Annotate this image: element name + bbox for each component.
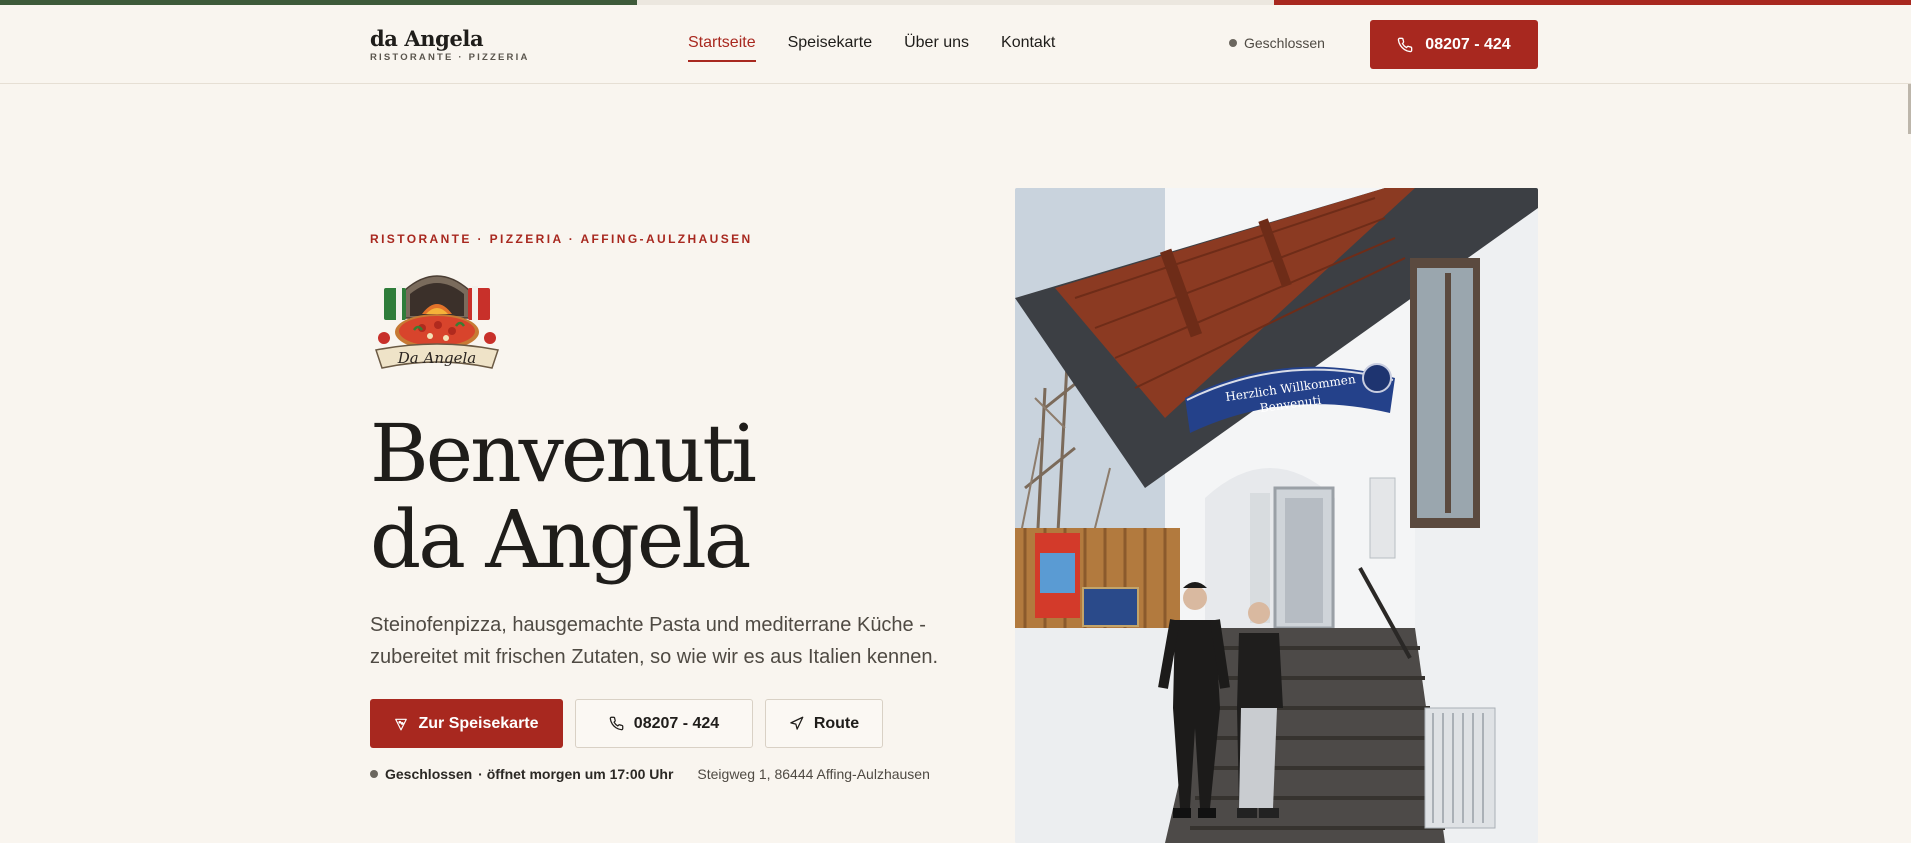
restaurant-logo: Da Angela xyxy=(375,275,499,369)
main-nav: Startseite Speisekarte Über uns Kontakt xyxy=(688,34,1055,62)
status-dot-icon xyxy=(370,770,378,778)
nav-startseite[interactable]: Startseite xyxy=(688,34,756,62)
hero-headline-line2: da Angela xyxy=(370,493,751,586)
phone-icon xyxy=(609,716,624,731)
hero-headline-line1: Benvenuti xyxy=(370,407,757,500)
nav-speisekarte[interactable]: Speisekarte xyxy=(788,34,873,62)
brand-logo-link[interactable]: da Angela RISTORANTE · PIZZERIA xyxy=(370,26,530,63)
hero-meta: Geschlossen · öffnet morgen um 17:00 Uhr… xyxy=(370,766,970,782)
brand-name: da Angela xyxy=(370,26,484,51)
hero-intro: RISTORANTE · PIZZERIA · AFFING-AULZHAUSE… xyxy=(370,232,970,782)
menu-button[interactable]: Zur Speisekarte xyxy=(370,699,563,748)
pizza-slice-icon xyxy=(395,718,408,730)
nav-kontakt[interactable]: Kontakt xyxy=(1001,34,1055,62)
restaurant-entrance-photo: Herzlich Willkommen Benvenuti xyxy=(1015,188,1538,843)
navigation-arrow-icon xyxy=(790,716,804,730)
menu-button-label: Zur Speisekarte xyxy=(418,714,539,732)
hero-eyebrow: RISTORANTE · PIZZERIA · AFFING-AULZHAUSE… xyxy=(370,232,753,246)
brand-subtitle: RISTORANTE · PIZZERIA xyxy=(370,52,530,63)
phone-button[interactable]: 08207 - 424 xyxy=(575,699,753,748)
opening-status-label: Geschlossen xyxy=(1244,35,1325,51)
status-dot-icon xyxy=(1229,39,1237,47)
phone-button-label: 08207 - 424 xyxy=(633,714,720,732)
logo-script-text: Da Angela xyxy=(397,349,476,367)
hero-headline: Benvenuti da Angela xyxy=(370,411,970,583)
call-button[interactable]: 08207 - 424 xyxy=(1370,20,1538,69)
hero-opening-time: · öffnet morgen um 17:00 Uhr xyxy=(478,766,674,782)
route-button-label: Route xyxy=(813,714,860,732)
opening-status: Geschlossen xyxy=(1229,35,1325,51)
hero-lead: Steinofenpizza, hausgemachte Pasta und m… xyxy=(370,614,939,668)
hero-status-label: Geschlossen xyxy=(385,766,473,782)
hero-actions: Zur Speisekarte 08207 - 424 Route xyxy=(370,699,970,748)
route-button[interactable]: Route xyxy=(765,699,883,748)
nav-ueber-uns[interactable]: Über uns xyxy=(904,34,969,62)
phone-icon xyxy=(1398,37,1413,52)
site-header: da Angela RISTORANTE · PIZZERIA Startsei… xyxy=(0,5,1911,84)
hero-status: Geschlossen xyxy=(370,766,472,782)
call-button-label: 08207 - 424 xyxy=(1425,35,1511,53)
hero-address: Steigweg 1, 86444 Affing-Aulzhausen xyxy=(697,766,930,782)
